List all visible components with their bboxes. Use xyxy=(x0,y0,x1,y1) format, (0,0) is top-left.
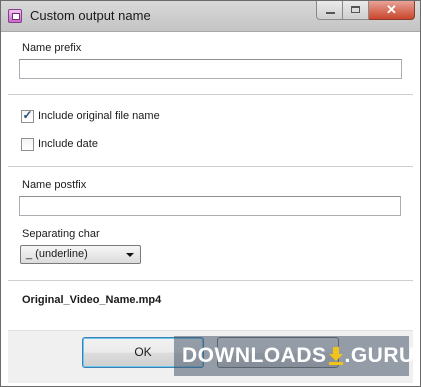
custom-output-name-dialog: Custom output name ✕ Name prefix ✓ Inclu… xyxy=(0,0,421,387)
minimize-button[interactable] xyxy=(316,1,343,20)
include-original-checkbox[interactable]: ✓ xyxy=(21,108,34,123)
separating-char-label: Separating char xyxy=(22,228,100,240)
maximize-button[interactable] xyxy=(343,1,369,20)
include-original-label: Include original file name xyxy=(38,110,160,122)
window-title: Custom output name xyxy=(30,8,151,23)
download-arrow-icon xyxy=(328,347,344,365)
separating-char-value: _ (underline) xyxy=(26,248,88,260)
window-controls: ✕ xyxy=(316,1,415,21)
section-divider xyxy=(8,166,413,167)
name-prefix-label: Name prefix xyxy=(22,42,82,54)
name-postfix-input[interactable] xyxy=(19,196,401,216)
minimize-icon xyxy=(326,12,335,14)
chevron-down-icon xyxy=(126,253,134,257)
separating-char-dropdown[interactable]: _ (underline) xyxy=(20,245,141,264)
name-prefix-input[interactable] xyxy=(19,59,402,79)
section-divider xyxy=(8,280,413,281)
watermark-text-right: .GURU xyxy=(344,344,415,367)
checkmark-icon: ✓ xyxy=(22,108,33,122)
close-icon: ✕ xyxy=(386,2,397,17)
watermark-text-left: DOWNLOADS xyxy=(182,344,327,367)
close-button[interactable]: ✕ xyxy=(369,1,415,20)
title-bar[interactable]: Custom output name ✕ xyxy=(1,1,420,32)
maximize-icon xyxy=(351,6,360,13)
include-date-checkbox[interactable] xyxy=(21,138,34,151)
name-postfix-label: Name postfix xyxy=(22,179,87,191)
app-icon xyxy=(8,9,22,23)
output-name-preview: Original_Video_Name.mp4 xyxy=(22,294,162,306)
dialog-content: Name prefix ✓ Include original file name… xyxy=(8,32,413,383)
include-date-label: Include date xyxy=(38,138,98,150)
downloads-guru-watermark: DOWNLOADS .GURU xyxy=(174,336,414,376)
section-divider xyxy=(8,94,413,95)
